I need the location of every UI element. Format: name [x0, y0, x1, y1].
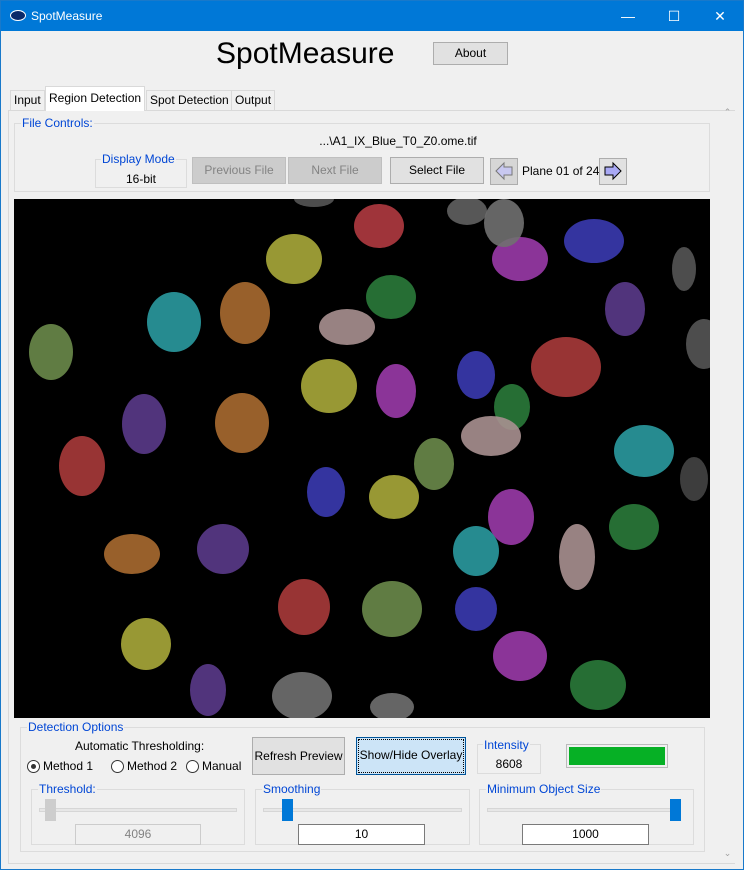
scrollbar[interactable]: ⌃ ⌄ [719, 107, 736, 863]
nucleus-region [147, 292, 201, 352]
nucleus-region [278, 579, 330, 635]
next-file-button[interactable]: Next File [288, 157, 382, 184]
about-button[interactable]: About [433, 42, 508, 65]
nucleus-region [376, 364, 416, 418]
radio-label: Manual [202, 759, 242, 773]
nucleus-region [266, 234, 322, 284]
nucleus-region [614, 425, 674, 477]
min-object-size-input[interactable]: 1000 [522, 824, 649, 845]
intensity-group: Intensity 8608 [477, 738, 541, 774]
smoothing-slider-thumb[interactable] [281, 799, 293, 821]
nucleus-region [531, 337, 601, 397]
scroll-down-icon[interactable]: ⌄ [719, 848, 736, 859]
threshold-label: Threshold: [38, 782, 97, 796]
nucleus-region [29, 324, 73, 380]
title-bar: SpotMeasure — ☐ ✕ [1, 1, 743, 31]
intensity-value: 8608 [495, 757, 523, 771]
nucleus-region [215, 393, 269, 453]
min-object-size-slider[interactable] [487, 808, 681, 812]
image-preview[interactable] [14, 199, 710, 718]
previous-plane-button[interactable] [490, 158, 518, 185]
min-object-size-label: Minimum Object Size [486, 782, 602, 796]
nucleus-region [362, 581, 422, 637]
file-controls-label: File Controls: [21, 116, 94, 130]
minimize-button[interactable]: — [605, 1, 651, 31]
nucleus-region [366, 275, 416, 319]
nucleus-region [672, 247, 696, 291]
nucleus-region [484, 199, 524, 247]
app-heading: SpotMeasure [216, 37, 395, 70]
tab-spot-detection[interactable]: Spot Detection [146, 90, 233, 110]
method-2-radio[interactable]: Method 2 [111, 759, 177, 773]
refresh-preview-button[interactable]: Refresh Preview [252, 737, 345, 775]
arrow-right-icon [604, 161, 622, 181]
smoothing-input[interactable]: 10 [298, 824, 425, 845]
plane-indicator: Plane 01 of 24 [522, 164, 600, 178]
intensity-label: Intensity [483, 738, 530, 752]
nucleus-region [190, 664, 226, 716]
display-mode-group: Display Mode 16-bit [95, 152, 187, 188]
nucleus-region [272, 672, 332, 718]
min-object-size-slider-thumb[interactable] [670, 799, 681, 821]
nucleus-region [564, 219, 624, 263]
filename-label: ...\A1_IX_Blue_T0_Z0.ome.tif [319, 134, 477, 148]
threshold-input[interactable]: 4096 [75, 824, 201, 845]
nucleus-region [59, 436, 105, 496]
nucleus-region [369, 475, 419, 519]
radio-circle [27, 759, 40, 773]
nucleus-region [319, 309, 375, 345]
tab-output[interactable]: Output [231, 90, 276, 110]
nucleus-region [197, 524, 249, 574]
radio-circle [111, 759, 124, 773]
smoothing-slider[interactable] [263, 808, 462, 812]
auto-threshold-label: Automatic Thresholding: [75, 739, 205, 753]
nucleus-region [609, 504, 659, 550]
nucleus-region [414, 438, 454, 490]
arrow-left-icon [495, 161, 513, 181]
select-file-button[interactable]: Select File [390, 157, 484, 184]
app-icon [10, 10, 26, 21]
nucleus-region [220, 282, 270, 344]
intensity-color-swatch [566, 744, 668, 768]
display-mode-label: Display Mode [101, 152, 176, 166]
maximize-button[interactable]: ☐ [651, 1, 697, 31]
smoothing-label: Smoothing [262, 782, 322, 796]
nucleus-region [455, 587, 497, 631]
radio-circle [186, 759, 199, 773]
method-1-radio[interactable]: Method 1 [27, 759, 93, 773]
nucleus-region [121, 618, 171, 670]
nucleus-region [122, 394, 166, 454]
radio-label: Method 1 [43, 759, 94, 773]
nucleus-region [570, 660, 626, 710]
nucleus-region [488, 489, 534, 545]
previous-file-button[interactable]: Previous File [192, 157, 286, 184]
next-plane-button[interactable] [599, 158, 627, 185]
close-button[interactable]: ✕ [697, 1, 743, 31]
manual-radio[interactable]: Manual [186, 759, 241, 773]
threshold-slider-thumb[interactable] [44, 799, 56, 821]
window-title: SpotMeasure [31, 9, 103, 23]
nucleus-region [301, 359, 357, 413]
nucleus-region [354, 204, 404, 248]
show-hide-overlay-button[interactable]: Show/Hide Overlay [356, 737, 466, 775]
nucleus-region [457, 351, 495, 399]
tab-input[interactable]: Input [10, 90, 45, 110]
scroll-up-icon[interactable]: ⌃ [719, 107, 736, 118]
nucleus-region [680, 457, 708, 501]
display-mode-value: 16-bit [125, 172, 157, 186]
app-window: SpotMeasure — ☐ ✕ SpotMeasure About Inpu… [0, 0, 744, 870]
nucleus-region [605, 282, 645, 336]
radio-label: Method 2 [127, 759, 178, 773]
nucleus-region [559, 524, 595, 590]
tab-region-detection[interactable]: Region Detection [45, 86, 146, 111]
nucleus-region [493, 631, 547, 681]
detection-options-label: Detection Options [27, 720, 125, 734]
nucleus-region [461, 416, 521, 456]
threshold-slider[interactable] [39, 808, 237, 812]
nucleus-region [104, 534, 160, 574]
nucleus-region [307, 467, 345, 517]
nucleus-region [453, 526, 499, 576]
